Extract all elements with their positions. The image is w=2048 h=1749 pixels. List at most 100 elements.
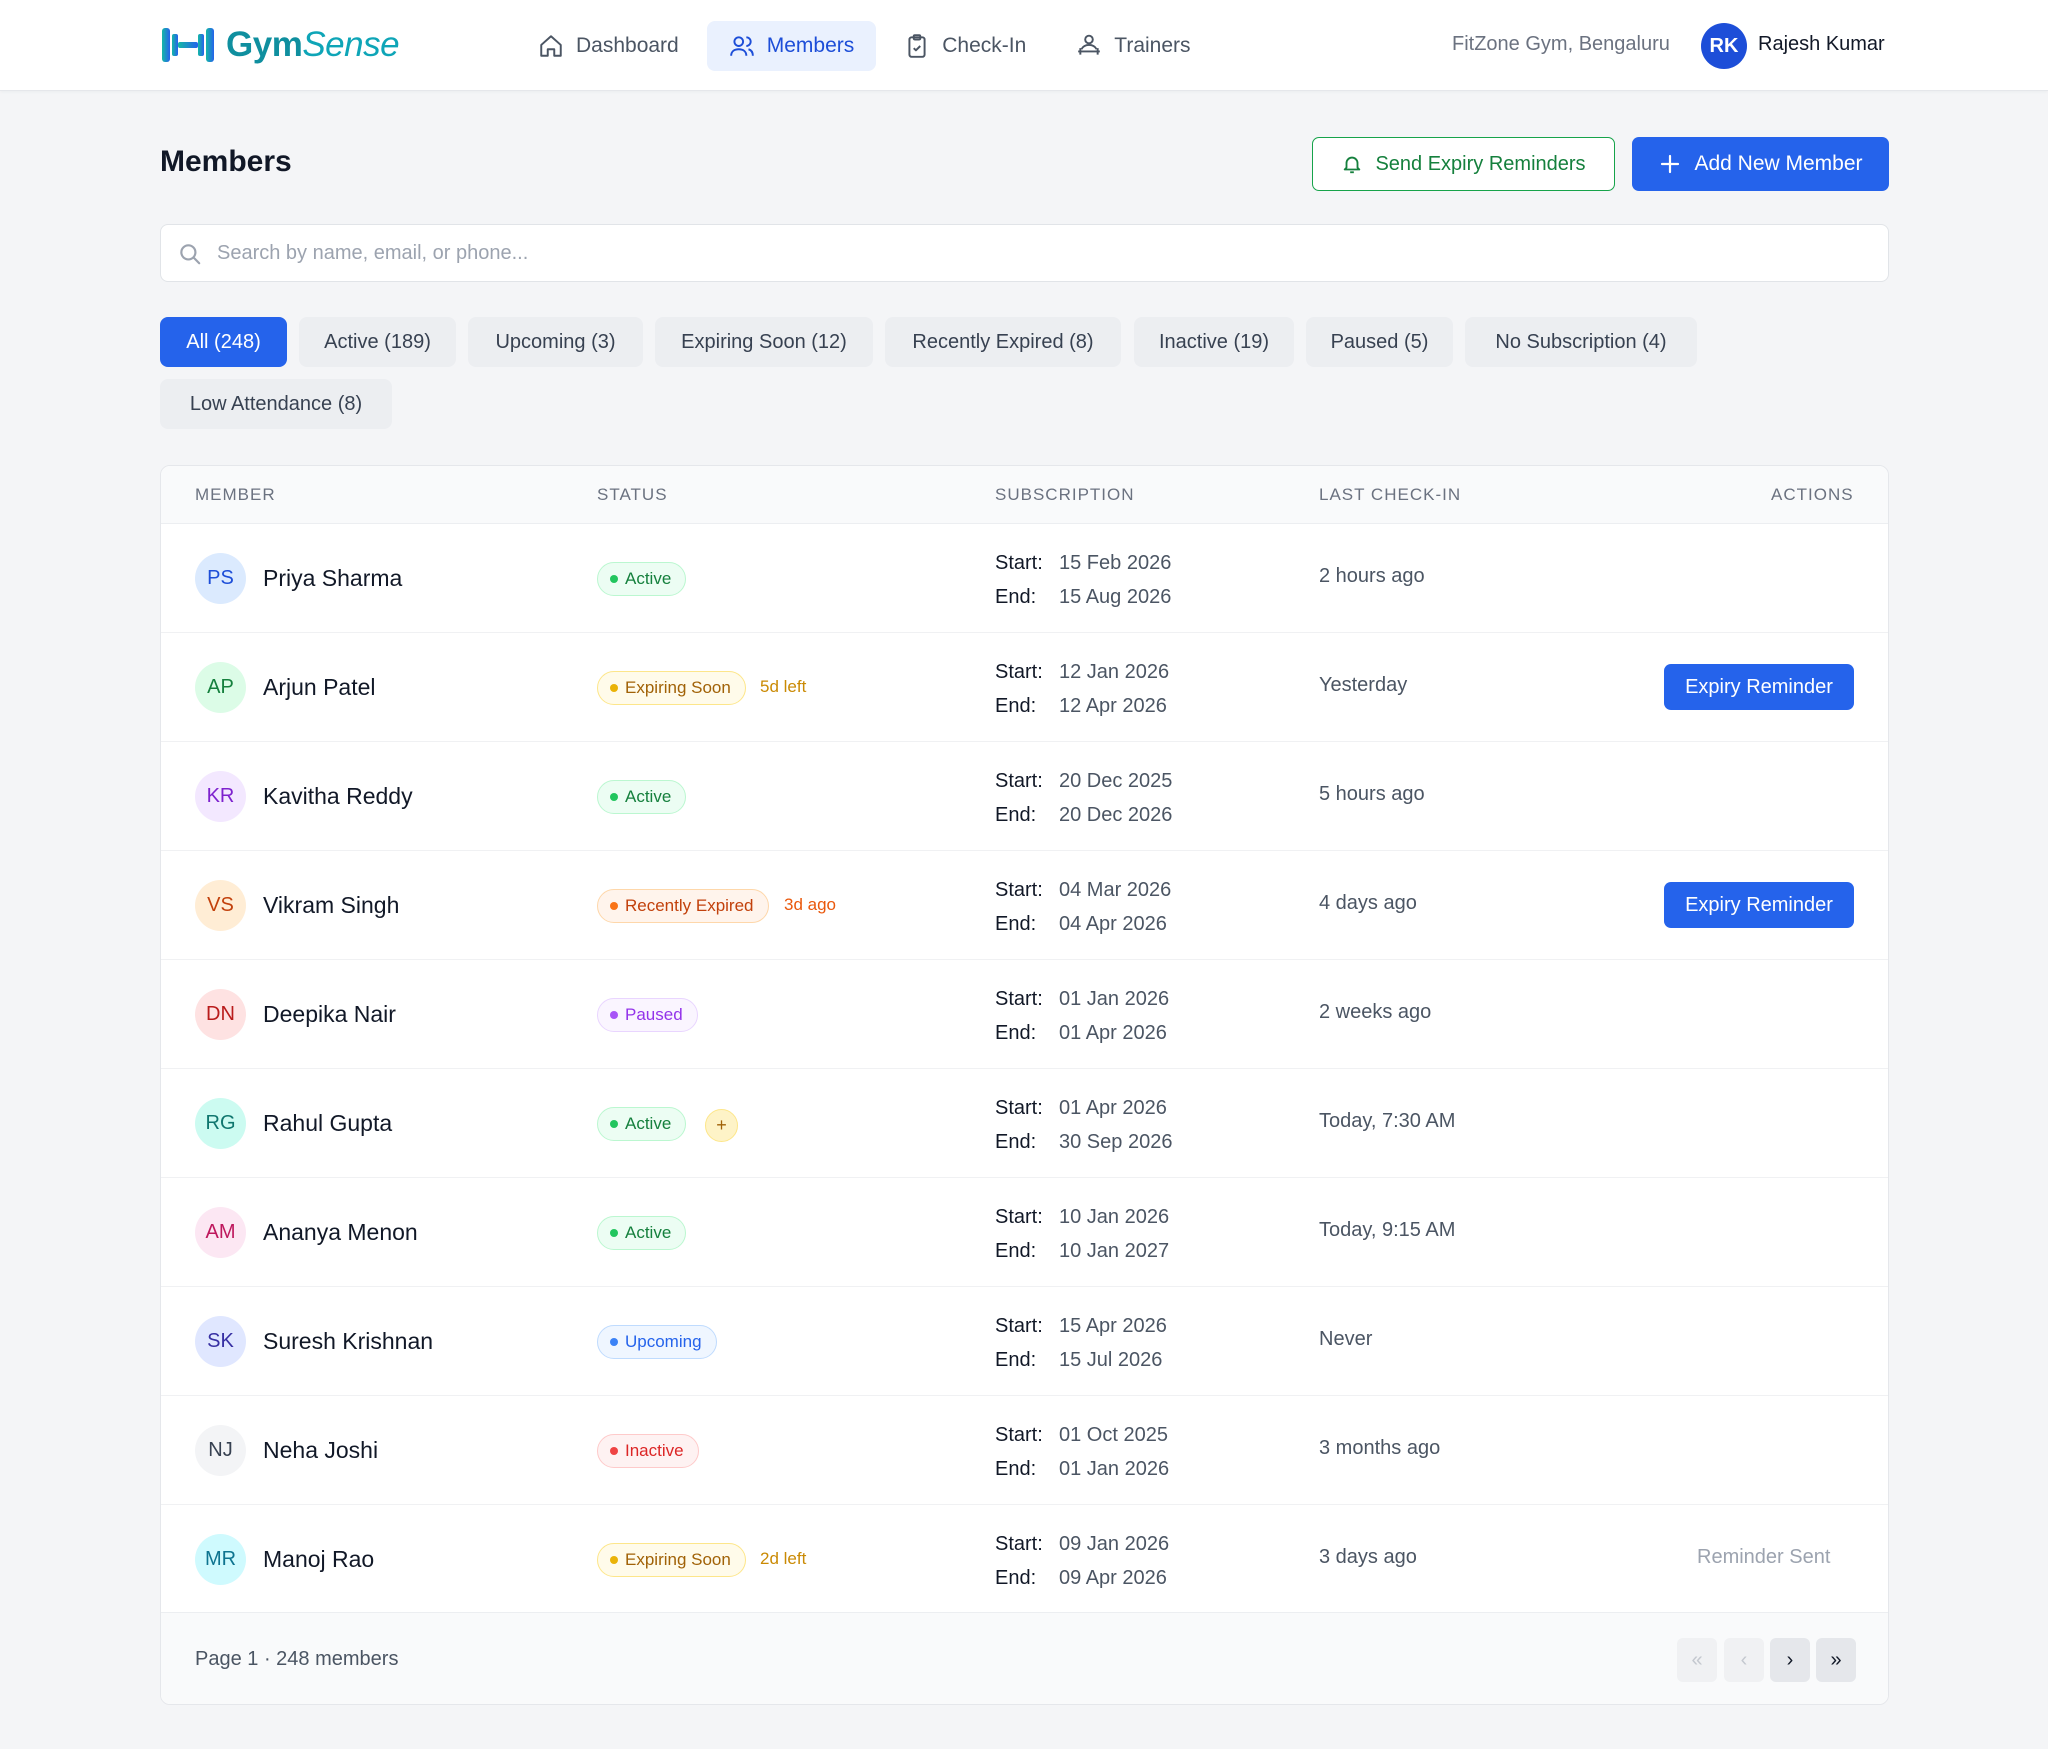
nav-trainers[interactable]: Trainers (1054, 21, 1212, 71)
nav-members[interactable]: Members (706, 21, 877, 71)
first-page-button[interactable]: « (1677, 1638, 1717, 1682)
status-dot (610, 1447, 618, 1455)
gymsense-logo[interactable]: GymSense (160, 22, 400, 68)
table-row[interactable]: DN Deepika Nair Paused Start: 01 Jan 202… (161, 960, 1888, 1069)
end-label: End: (995, 1567, 1037, 1589)
start-date: 10 Jan 2026 (1059, 1206, 1170, 1228)
table-row[interactable]: PS Priya Sharma Active Start: 15 Feb 202… (161, 524, 1888, 633)
end-label: End: (995, 1240, 1037, 1262)
plus-icon (1661, 154, 1680, 174)
user-name[interactable]: Rajesh Kumar (1758, 33, 1885, 56)
filter-no-subscription[interactable]: No Subscription (4) (1465, 317, 1697, 367)
status-text: Active (625, 787, 672, 806)
start-label: Start: (995, 661, 1043, 683)
start-date: 12 Jan 2026 (1059, 661, 1170, 683)
avatar: MR (195, 1534, 246, 1585)
status-badge: Active (597, 1216, 687, 1250)
logo-text-gym: Gym (226, 25, 303, 64)
member-name[interactable]: Ananya Menon (263, 1219, 418, 1246)
start-label: Start: (995, 1533, 1043, 1555)
gym-location: FitZone Gym, Bengaluru (1452, 33, 1670, 55)
send-expiry-reminders-button[interactable]: Send Expiry Reminders (1312, 137, 1615, 191)
status-dot (610, 575, 618, 583)
member-name[interactable]: Vikram Singh (263, 892, 399, 919)
table-row[interactable]: AM Ananya Menon Active Start: 10 Jan 202… (161, 1178, 1888, 1287)
member-name[interactable]: Deepika Nair (263, 1001, 396, 1028)
table-row[interactable]: MR Manoj Rao Expiring Soon 2d left Start… (161, 1505, 1888, 1614)
expiry-reminder-button[interactable]: Expiry Reminder (1664, 882, 1854, 928)
last-checkin: Yesterday (1319, 674, 1408, 696)
end-label: End: (995, 695, 1037, 717)
table-header: MEMBER STATUS SUBSCRIPTION LAST CHECK-IN… (161, 466, 1888, 524)
end-date: 15 Jul 2026 (1059, 1349, 1163, 1371)
status-text: Expiring Soon (625, 678, 731, 697)
avatar: AP (195, 662, 246, 713)
status-dot (610, 902, 618, 910)
expiry-reminder-button[interactable]: Expiry Reminder (1664, 664, 1854, 710)
avatar: NJ (195, 1425, 246, 1476)
home-icon (540, 35, 562, 57)
status-badge: Active (597, 780, 687, 814)
search-icon (180, 244, 201, 265)
table-row[interactable]: VS Vikram Singh Recently Expired 3d ago … (161, 851, 1888, 960)
filter-inactive[interactable]: Inactive (19) (1134, 317, 1294, 367)
status-text: Inactive (625, 1441, 684, 1460)
avatar: PS (195, 553, 246, 604)
nav-check-in[interactable]: Check-In (882, 21, 1048, 71)
member-name[interactable]: Neha Joshi (263, 1437, 378, 1464)
member-name[interactable]: Suresh Krishnan (263, 1328, 433, 1355)
trainer-icon (1078, 34, 1101, 55)
end-label: End: (995, 1349, 1037, 1371)
start-label: Start: (995, 879, 1043, 901)
clipboard-check-icon (908, 34, 926, 58)
table-row[interactable]: NJ Neha Joshi Inactive Start: 01 Oct 202… (161, 1396, 1888, 1505)
user-avatar[interactable]: RK (1701, 23, 1747, 69)
add-new-member-button[interactable]: Add New Member (1632, 137, 1889, 191)
end-label: End: (995, 586, 1037, 608)
nav-members-label: Members (766, 34, 855, 57)
filter-expiring-soon[interactable]: Expiring Soon (12) (655, 317, 873, 367)
days-left-note: 5d left (760, 677, 807, 696)
member-name[interactable]: Manoj Rao (263, 1546, 374, 1573)
status-text: Active (625, 1114, 672, 1133)
last-checkin: 4 days ago (1319, 892, 1417, 914)
status-text: Upcoming (625, 1332, 702, 1351)
filter-paused[interactable]: Paused (5) (1306, 317, 1453, 367)
end-date: 30 Sep 2026 (1059, 1131, 1173, 1153)
status-badge: Recently Expired (597, 889, 769, 923)
table-row[interactable]: RG Rahul Gupta Active + Start: 01 Apr 20… (161, 1069, 1888, 1178)
status-badge: Upcoming (597, 1325, 717, 1359)
last-checkin: 5 hours ago (1319, 783, 1425, 805)
end-label: End: (995, 913, 1037, 935)
next-page-button[interactable]: › (1770, 1638, 1810, 1682)
end-label: End: (995, 1458, 1037, 1480)
filter-low-attendance[interactable]: Low Attendance (8) (160, 379, 392, 429)
end-date: 01 Jan 2026 (1059, 1458, 1170, 1480)
last-checkin: 3 days ago (1319, 1546, 1417, 1568)
table-row[interactable]: AP Arjun Patel Expiring Soon 5d left Sta… (161, 633, 1888, 742)
filter-active[interactable]: Active (189) (299, 317, 456, 367)
bell-icon (1344, 156, 1361, 174)
member-name[interactable]: Priya Sharma (263, 565, 402, 592)
add-on-badge[interactable]: + (705, 1109, 738, 1142)
table-row[interactable]: KR Kavitha Reddy Active Start: 20 Dec 20… (161, 742, 1888, 851)
reminder-sent-status: Reminder Sent (1697, 1546, 1831, 1568)
member-name[interactable]: Kavitha Reddy (263, 783, 413, 810)
start-date: 01 Oct 2025 (1059, 1424, 1168, 1446)
last-page-button[interactable]: » (1816, 1638, 1856, 1682)
search-input[interactable] (217, 235, 1857, 271)
filter-recently-expired[interactable]: Recently Expired (8) (885, 317, 1121, 367)
table-row[interactable]: SK Suresh Krishnan Upcoming Start: 15 Ap… (161, 1287, 1888, 1396)
end-date: 20 Dec 2026 (1059, 804, 1173, 826)
filter-upcoming[interactable]: Upcoming (3) (468, 317, 643, 367)
status-badge: Expiring Soon (597, 1543, 746, 1577)
nav-dashboard[interactable]: Dashboard (516, 21, 701, 71)
filter-all[interactable]: All (248) (160, 317, 287, 367)
prev-page-button[interactable]: ‹ (1724, 1638, 1764, 1682)
member-name[interactable]: Rahul Gupta (263, 1110, 392, 1137)
avatar: KR (195, 771, 246, 822)
end-label: End: (995, 1022, 1037, 1044)
member-name[interactable]: Arjun Patel (263, 674, 376, 701)
table-footer: Page 1 · 248 members « ‹ › » (161, 1612, 1888, 1704)
last-checkin: Never (1319, 1328, 1373, 1350)
